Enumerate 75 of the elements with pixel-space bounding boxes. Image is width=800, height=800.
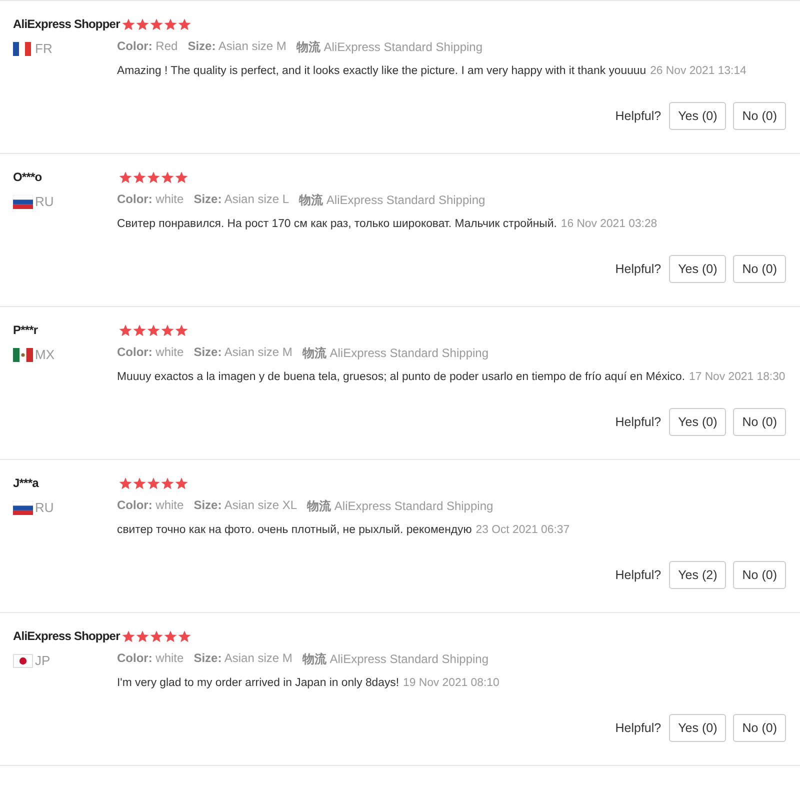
star-icon	[119, 170, 132, 184]
star-icon	[161, 476, 174, 490]
attribute-text: Size: Asian size M	[188, 39, 286, 55]
star-icon	[178, 630, 191, 642]
helpful-label: Helpful?	[615, 415, 662, 429]
no-vote-button[interactable]: No (0)	[733, 255, 786, 283]
attribute-text: Color: white	[117, 498, 184, 514]
star-icon	[136, 630, 149, 642]
attribute-text: 物流 AliExpress Standard Shipping	[296, 39, 482, 56]
star-icon	[175, 476, 188, 490]
star-icon	[150, 18, 163, 30]
attribute-text: 物流 AliExpress Standard Shipping	[307, 498, 494, 515]
star-icon	[136, 18, 149, 30]
star-icon	[178, 18, 191, 30]
attribute-text: Color: Red	[117, 39, 178, 55]
reviewer-name: AliExpress Shopper	[13, 17, 120, 31]
yes-vote-button[interactable]: Yes (0)	[669, 102, 726, 130]
review-text: Amazing ! The quality is perfect, and it looks exactly like the picture. I am very happy with it thank youuuu	[117, 65, 646, 77]
no-vote-button[interactable]: No (0)	[733, 714, 786, 742]
star-icon	[119, 324, 132, 336]
star-icon	[122, 18, 135, 30]
star-icon	[122, 630, 135, 642]
no-vote-button[interactable]: No (0)	[733, 408, 786, 436]
attribute-text: Color: white	[117, 345, 184, 361]
attribute-text: Color: white	[117, 192, 184, 208]
star-icon	[175, 324, 188, 336]
star-icon	[147, 324, 160, 336]
no-vote-button[interactable]: No (0)	[733, 561, 786, 589]
yes-vote-button[interactable]: Yes (0)	[669, 255, 726, 283]
reviewer-name: P***r	[13, 323, 39, 337]
yes-vote-button[interactable]: Yes (0)	[669, 408, 726, 436]
yes-vote-button[interactable]: Yes (0)	[669, 714, 726, 742]
review-date: 17 Nov 2021 18:30	[689, 371, 786, 383]
reviewer-name: O***o	[13, 170, 43, 184]
star-icon	[147, 476, 160, 490]
helpful-label: Helpful?	[615, 568, 662, 582]
attribute-text: 物流 AliExpress Standard Shipping	[302, 651, 488, 668]
review-date: 26 Nov 2021 13:14	[650, 65, 746, 77]
star-icon	[119, 476, 132, 490]
helpful-label: Helpful?	[615, 109, 662, 123]
reviewer-name: J***a	[13, 476, 40, 490]
star-icon	[133, 476, 146, 490]
attribute-text: Color: white	[117, 651, 184, 667]
country-code: RU	[35, 500, 54, 515]
reviewer-name: AliExpress Shopper	[13, 629, 120, 643]
star-icon	[164, 630, 177, 642]
country-code: RU	[35, 194, 54, 209]
review-text: I'm very glad to my order arrived in Japan in only 8days!	[117, 677, 400, 689]
review-date: 23 Oct 2021 06:37	[476, 524, 570, 536]
country-code: JP	[35, 653, 50, 668]
star-icon	[161, 170, 174, 184]
review-text: свитер точно как на фото. очень плотный, не рыхлый. рекомендую	[117, 524, 472, 536]
helpful-label: Helpful?	[615, 262, 662, 276]
attribute-text: Size: Asian size XL	[194, 498, 298, 514]
attribute-text: Size: Asian size M	[194, 345, 292, 361]
star-icon	[161, 324, 174, 336]
country-code: FR	[35, 41, 52, 56]
star-icon	[175, 170, 188, 184]
country-code: MX	[35, 347, 54, 362]
yes-vote-button[interactable]: Yes (2)	[669, 561, 726, 589]
review-text: Muuuy exactos a la imagen y de buena tela, gruesos; al punto de poder usarlo en tiempo de frío aquí en México.	[117, 371, 685, 383]
star-icon	[147, 170, 160, 184]
star-icon	[164, 18, 177, 30]
helpful-label: Helpful?	[615, 721, 662, 735]
no-vote-button[interactable]: No (0)	[733, 102, 786, 130]
review-date: 19 Nov 2021 08:10	[403, 677, 500, 689]
attribute-text: Size: Asian size L	[194, 192, 290, 208]
star-icon	[133, 170, 146, 184]
attribute-text: 物流 AliExpress Standard Shipping	[299, 192, 486, 209]
attribute-text: Size: Asian size M	[194, 651, 292, 667]
attribute-text: 物流 AliExpress Standard Shipping	[302, 345, 488, 362]
star-icon	[150, 630, 163, 642]
star-icon	[133, 324, 146, 336]
review-text: Свитер понравился. На рост 170 см как раз, только широковат. Мальчик стройный.	[117, 218, 557, 230]
review-date: 16 Nov 2021 03:28	[560, 218, 658, 230]
